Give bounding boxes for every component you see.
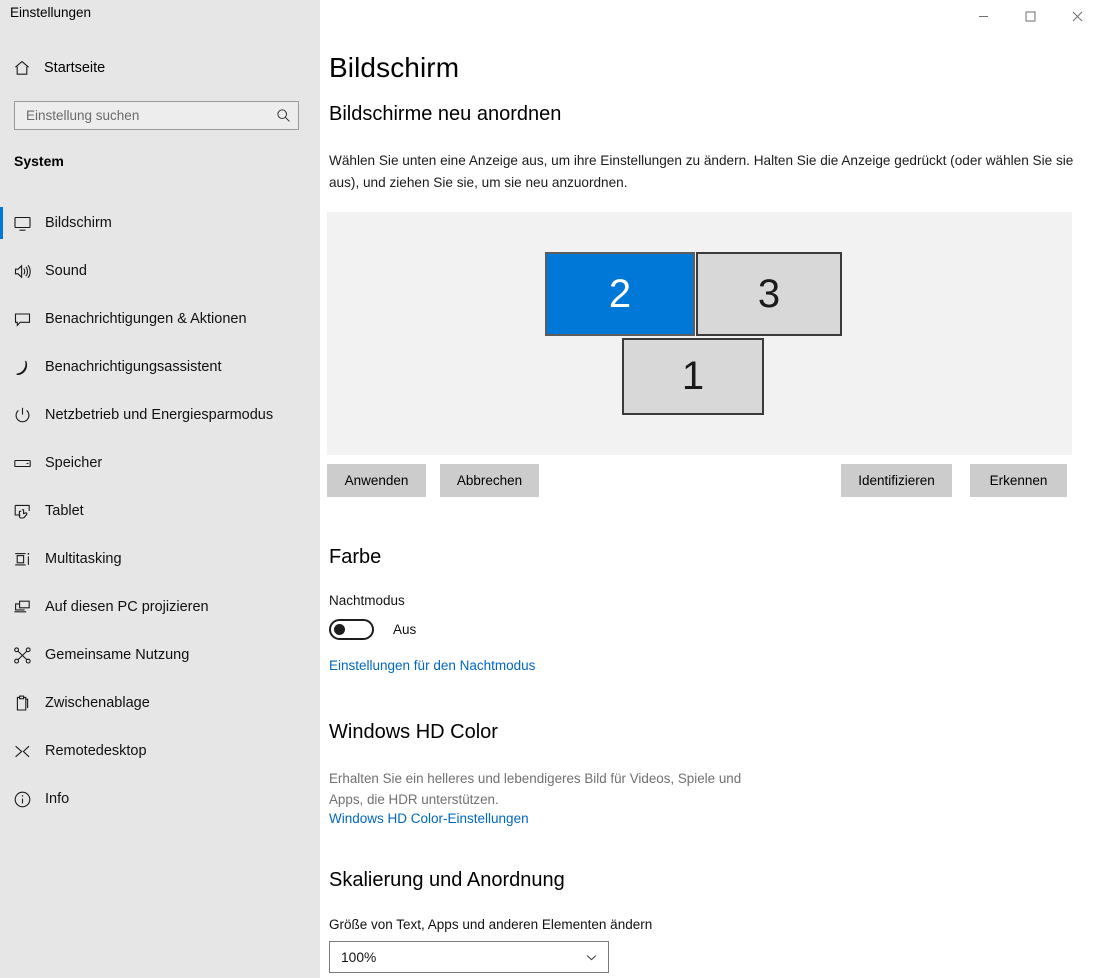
- search-input[interactable]: [15, 108, 268, 123]
- monitor-tile-label: 3: [757, 271, 781, 316]
- night-light-toggle[interactable]: [329, 619, 374, 640]
- sidebar-item-label: Benachrichtigungen & Aktionen: [45, 311, 247, 327]
- sidebar-group-title: System: [14, 153, 64, 169]
- sidebar-item-label: Sound: [45, 263, 87, 279]
- monitor-tile-1[interactable]: 1: [622, 338, 764, 415]
- apply-button[interactable]: Anwenden: [327, 464, 426, 497]
- tablet-touch-icon: [0, 502, 45, 521]
- sidebar-item-label: Speicher: [45, 455, 103, 471]
- sidebar-item-speicher[interactable]: Speicher: [0, 439, 320, 487]
- sidebar-item-label: Multitasking: [45, 551, 122, 567]
- sidebar-item-label: Benachrichtigungsassistent: [45, 359, 222, 375]
- cancel-button[interactable]: Abbrechen: [440, 464, 539, 497]
- sidebar-item-label: Auf diesen PC projizieren: [45, 599, 209, 615]
- search-icon: [268, 108, 298, 123]
- power-icon: [0, 406, 45, 425]
- minimize-button[interactable]: [960, 0, 1007, 32]
- sidebar-item-projizieren[interactable]: Auf diesen PC projizieren: [0, 583, 320, 631]
- chevron-down-icon: [574, 951, 608, 964]
- scaling-dropdown[interactable]: 100%: [329, 941, 609, 973]
- sidebar-item-label: Netzbetrieb und Energiesparmodus: [45, 407, 274, 423]
- scaling-heading: Skalierung und Anordnung: [329, 869, 565, 891]
- monitor-tile-2[interactable]: 2: [545, 252, 695, 336]
- sidebar-item-sound[interactable]: Sound: [0, 247, 320, 295]
- sidebar-item-label: Info: [45, 791, 70, 807]
- sidebar-item-info[interactable]: Info: [0, 775, 320, 823]
- sidebar-item-label: Zwischenablage: [45, 695, 150, 711]
- sidebar-nav-list: Bildschirm Sound Benachrichtigungen & Ak…: [0, 199, 320, 823]
- monitor-tile-label: 1: [681, 354, 705, 398]
- color-heading: Farbe: [329, 546, 382, 568]
- monitor-action-buttons: Anwenden Abbrechen Identifizieren Erkenn…: [320, 464, 1080, 497]
- main-content: Bildschirm Bildschirme neu anordnen Wähl…: [320, 0, 1101, 978]
- multitasking-icon: [0, 550, 45, 569]
- sidebar-item-home[interactable]: Startseite: [0, 48, 320, 88]
- storage-icon: [0, 454, 45, 473]
- rearrange-description: Wählen Sie unten eine Anzeige aus, um ih…: [329, 153, 1074, 190]
- search-box[interactable]: [14, 101, 299, 130]
- night-light-settings-link[interactable]: Einstellungen für den Nachtmodus: [329, 658, 535, 673]
- selection-indicator: [0, 207, 3, 239]
- monitor-tile-3[interactable]: 3: [696, 252, 842, 336]
- hdcolor-heading: Windows HD Color: [329, 721, 498, 743]
- window-controls: [960, 0, 1101, 32]
- hdcolor-description: Erhalten Sie ein helleres und lebendiger…: [329, 771, 742, 807]
- night-light-state: Aus: [393, 622, 417, 637]
- sidebar-item-netzbetrieb[interactable]: Netzbetrieb und Energiesparmodus: [0, 391, 320, 439]
- sidebar-item-label: Tablet: [45, 503, 84, 519]
- monitor-tile-label: 2: [608, 271, 632, 316]
- detect-button[interactable]: Erkennen: [970, 464, 1067, 497]
- sidebar-item-benachrichtigungen[interactable]: Benachrichtigungen & Aktionen: [0, 295, 320, 343]
- home-icon: [0, 59, 44, 77]
- settings-window: Einstellungen Startseite System: [0, 0, 1101, 978]
- sidebar-item-label: Gemeinsame Nutzung: [45, 647, 190, 663]
- night-light-toggle-row: Aus: [329, 619, 416, 640]
- info-circle-icon: [0, 790, 45, 809]
- project-screen-icon: [0, 598, 45, 617]
- page-title: Bildschirm: [329, 52, 460, 83]
- identify-button[interactable]: Identifizieren: [841, 464, 952, 497]
- rearrange-heading: Bildschirme neu anordnen: [329, 103, 562, 125]
- sidebar-item-remotedesktop[interactable]: Remotedesktop: [0, 727, 320, 775]
- app-title: Einstellungen: [10, 5, 92, 20]
- scaling-dropdown-value: 100%: [341, 949, 377, 965]
- sidebar-item-bildschirm[interactable]: Bildschirm: [0, 199, 320, 247]
- maximize-button[interactable]: [1007, 0, 1054, 32]
- speaker-icon: [0, 262, 45, 281]
- monitor-icon: [0, 214, 45, 233]
- sidebar-item-benachrichtigungsassistent[interactable]: Benachrichtigungsassistent: [0, 343, 320, 391]
- clipboard-icon: [0, 694, 45, 713]
- night-light-label: Nachtmodus: [329, 593, 405, 608]
- chat-bubble-icon: [0, 310, 45, 329]
- monitor-arrangement-panel: 2 3 1: [327, 212, 1072, 455]
- close-button[interactable]: [1054, 0, 1101, 32]
- remote-desktop-icon: [0, 742, 45, 761]
- toggle-knob: [334, 624, 345, 635]
- hdcolor-settings-link[interactable]: Windows HD Color-Einstellungen: [329, 811, 529, 826]
- sidebar-item-home-label: Startseite: [44, 60, 106, 76]
- moon-icon: [0, 358, 45, 377]
- sidebar-item-tablet[interactable]: Tablet: [0, 487, 320, 535]
- sidebar-item-gemeinsame-nutzung[interactable]: Gemeinsame Nutzung: [0, 631, 320, 679]
- scaling-label: Größe von Text, Apps und anderen Element…: [329, 917, 653, 932]
- share-nodes-icon: [0, 646, 45, 665]
- sidebar-item-label: Remotedesktop: [45, 743, 147, 759]
- sidebar: Einstellungen Startseite System: [0, 0, 320, 978]
- sidebar-item-label: Bildschirm: [45, 215, 112, 231]
- sidebar-item-zwischenablage[interactable]: Zwischenablage: [0, 679, 320, 727]
- sidebar-item-multitasking[interactable]: Multitasking: [0, 535, 320, 583]
